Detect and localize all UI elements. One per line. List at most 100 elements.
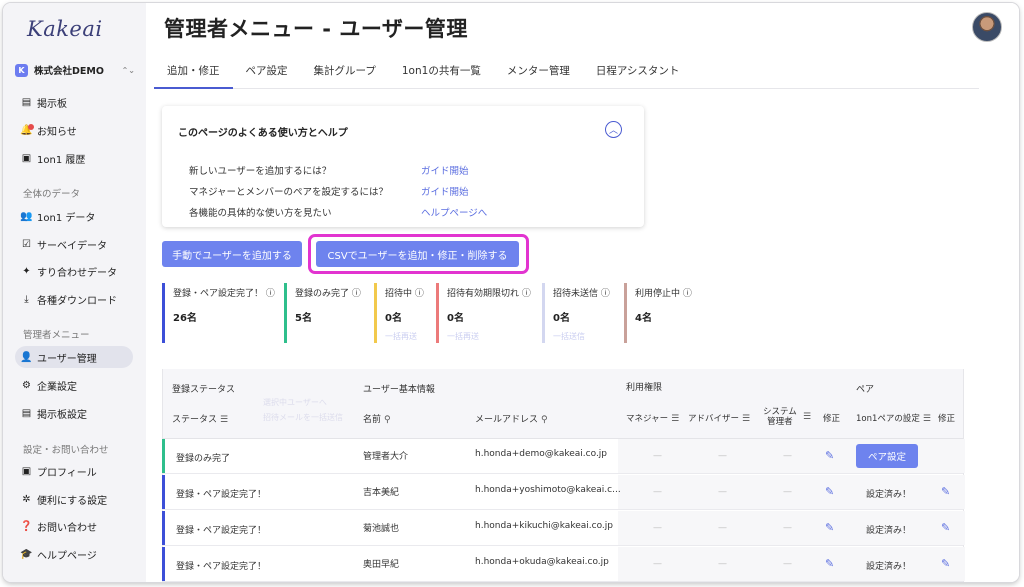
collapse-chevron-icon[interactable]: ︿ — [605, 121, 622, 138]
filter-icon[interactable]: ☰ — [742, 414, 750, 424]
board-icon: ▤ — [21, 96, 32, 108]
company-settings-icon: ⚙ — [22, 379, 31, 391]
pair-edit-pencil-icon[interactable]: ✎ — [941, 521, 950, 534]
filter-icon[interactable]: ☰ — [220, 415, 228, 425]
help-page-link[interactable]: ヘルプページへ — [421, 205, 487, 219]
advisor-cell: — — [718, 523, 727, 533]
table-row[interactable]: 登録・ペア設定完了！ 菊池誠也 h.honda+kikuchi@kakeai.c… — [162, 511, 965, 546]
survey-icon: ☑ — [22, 238, 31, 250]
tab-schedule-assistant[interactable]: 日程アシスタント — [583, 59, 693, 89]
stat-label: 登録のみ完了 ⓘ — [295, 289, 361, 299]
column-label: 名前 — [363, 415, 382, 425]
column-label: ステータス — [172, 415, 218, 425]
filter-icon[interactable]: ☰ — [671, 414, 679, 424]
help-question: マネジャーとメンバーのペアを設定するには？ — [189, 187, 389, 198]
add-user-manually-button[interactable]: 手動でユーザーを追加する — [162, 241, 302, 267]
bulk-invite-link[interactable]: 招待メールを一括送信 — [263, 412, 343, 423]
sidebar-item-company-settings[interactable]: ⚙ 企業設定 — [15, 374, 133, 396]
sidebar-item-history[interactable]: ▣ 1on1 履歴 — [15, 147, 133, 169]
stat-registered-paired[interactable]: 登録・ペア設定完了！ ⓘ 26名 — [162, 283, 275, 343]
sidebar-item-label: 1on1 履歴 — [37, 154, 86, 166]
guide-start-link[interactable]: ガイド開始 — [421, 163, 469, 177]
tab-1on1-sharing[interactable]: 1on1の共有一覧 — [389, 59, 494, 89]
sidebar-item-user-admin[interactable]: 👤 ユーザー管理 — [15, 346, 133, 368]
pair-edit-pencil-icon[interactable]: ✎ — [941, 557, 950, 570]
edit-pencil-icon[interactable]: ✎ — [825, 449, 834, 462]
edit-pencil-icon[interactable]: ✎ — [825, 485, 834, 498]
sidebar-item-profile[interactable]: ▣ プロフィール — [15, 460, 133, 482]
sidebar-item-survey[interactable]: ☑ サーベイデータ — [15, 233, 133, 255]
table-row[interactable]: 登録・ペア設定完了！ 吉本美紀 h.honda+yoshimoto@kakeai… — [162, 475, 965, 510]
stat-label: 招待有効期限切れ ⓘ — [447, 289, 531, 299]
tab-groups[interactable]: 集計グループ — [301, 59, 389, 89]
column-sysadmin[interactable]: システム 管理者 — [763, 407, 797, 427]
user-admin-icon: 👤 — [20, 351, 33, 363]
manager-cell: — — [653, 487, 662, 497]
column-advisor[interactable]: アドバイザー ☰ — [688, 412, 750, 424]
column-pair-setting[interactable]: 1on1ペアの設定 ☰ — [856, 412, 931, 424]
avatar[interactable] — [972, 12, 1002, 42]
sidebar-item-notices[interactable]: 🔔 お知らせ — [15, 119, 133, 141]
send-to-selected-link[interactable]: 選択中ユーザーへ — [263, 397, 327, 408]
column-edit: 修正 — [823, 414, 841, 424]
pair-status-cell: 設定済み！ — [866, 490, 912, 500]
bulk-send-link[interactable]: 一括送信 — [553, 331, 585, 342]
sidebar-item-label: 各種ダウンロード — [37, 295, 117, 307]
advisor-cell: — — [718, 487, 727, 497]
page-title: 管理者メニュー - ユーザー管理 — [164, 17, 468, 41]
help-card: このページのよくある使い方とヘルプ ︿ 新しいユーザーを追加するには？ ガイド開… — [162, 106, 644, 227]
stat-invite-expired[interactable]: 招待有効期限切れ ⓘ 0名 一括再送 — [436, 283, 548, 343]
edit-pencil-icon[interactable]: ✎ — [825, 557, 834, 570]
column-status[interactable]: ステータス ☰ — [172, 412, 228, 425]
pair-edit-pencil-icon[interactable]: ✎ — [941, 485, 950, 498]
history-icon: ▣ — [21, 152, 32, 164]
column-manager[interactable]: マネジャー ☰ — [626, 412, 679, 424]
column-name[interactable]: 名前 ⚲ — [363, 412, 391, 425]
stat-suspended[interactable]: 利用停止中 ⓘ 4名 — [624, 283, 736, 343]
csv-import-button[interactable]: CSVでユーザーを追加・修正・削除する — [316, 241, 519, 267]
search-icon[interactable]: ⚲ — [541, 415, 548, 425]
group-header-basic: ユーザー基本情報 — [363, 385, 435, 395]
kakeai-logo[interactable]: Kakeai — [27, 17, 103, 41]
tab-mentor[interactable]: メンター管理 — [494, 59, 583, 89]
sidebar-item-alignment[interactable]: ✦ すり合わせデータ — [15, 260, 133, 282]
filter-icon[interactable]: ☰ — [923, 414, 931, 424]
sidebar-item-label: お知らせ — [37, 126, 77, 138]
status-cell: 登録のみ完了 — [176, 454, 231, 464]
sidebar-item-label: 1on1 データ — [37, 212, 96, 224]
guide-start-link[interactable]: ガイド開始 — [421, 184, 469, 198]
table-row[interactable]: 登録・ペア設定完了！ 奥田早紀 h.honda+okuda@kakeai.co.… — [162, 547, 965, 582]
sidebar-item-board-settings[interactable]: ▤ 掲示板設定 — [15, 402, 133, 424]
column-email[interactable]: メールアドレス ⚲ — [475, 412, 548, 425]
manager-cell: — — [653, 451, 662, 461]
sidebar-item-label: プロフィール — [37, 467, 97, 479]
sidebar-item-help[interactable]: 🎓 ヘルプページ — [15, 543, 133, 565]
pair-status-cell: 設定済み！ — [866, 526, 912, 536]
sidebar-item-label: サーベイデータ — [37, 240, 107, 252]
bulk-resend-link[interactable]: 一括再送 — [385, 331, 417, 342]
sidebar-item-label: 掲示板設定 — [37, 409, 87, 421]
sidebar-item-1on1-data[interactable]: 👥 1on1 データ — [15, 205, 133, 227]
advisor-cell: — — [718, 451, 727, 461]
column-label: 1on1ペアの設定 — [856, 414, 920, 424]
tab-pair-settings[interactable]: ペア設定 — [233, 59, 301, 89]
sidebar-item-contact[interactable]: ❓ お問い合わせ — [15, 515, 133, 537]
company-badge-icon: K — [15, 63, 28, 77]
gear-icon: ✲ — [22, 493, 31, 505]
search-icon[interactable]: ⚲ — [384, 415, 391, 425]
pair-setting-button[interactable]: ペア設定 — [856, 444, 918, 468]
tab-add-edit[interactable]: 追加・修正 — [154, 59, 233, 89]
status-cell: 登録・ペア設定完了！ — [176, 490, 267, 500]
table-header: 登録ステータス ユーザー基本情報 利用権限 ペア 選択中ユーザーへ 招待メールを… — [163, 369, 963, 439]
sysadmin-cell: — — [783, 487, 792, 497]
company-switcher[interactable]: K 株式会社DEMO ⌃⌄ — [15, 61, 135, 79]
edit-pencil-icon[interactable]: ✎ — [825, 521, 834, 534]
table-row[interactable]: 登録のみ完了 管理者大介 h.honda+demo@kakeai.co.jp —… — [162, 439, 965, 474]
sidebar-item-preferences[interactable]: ✲ 便利にする設定 — [15, 488, 133, 510]
sidebar-item-board[interactable]: ▤ 掲示板 — [15, 91, 133, 113]
filter-icon[interactable]: ☰ — [803, 412, 811, 422]
sidebar-item-label: 掲示板 — [37, 98, 67, 110]
bulk-resend-link[interactable]: 一括再送 — [447, 331, 479, 342]
status-cell: 登録・ペア設定完了！ — [176, 562, 267, 572]
sidebar-item-downloads[interactable]: ⤓ 各種ダウンロード — [15, 288, 133, 310]
